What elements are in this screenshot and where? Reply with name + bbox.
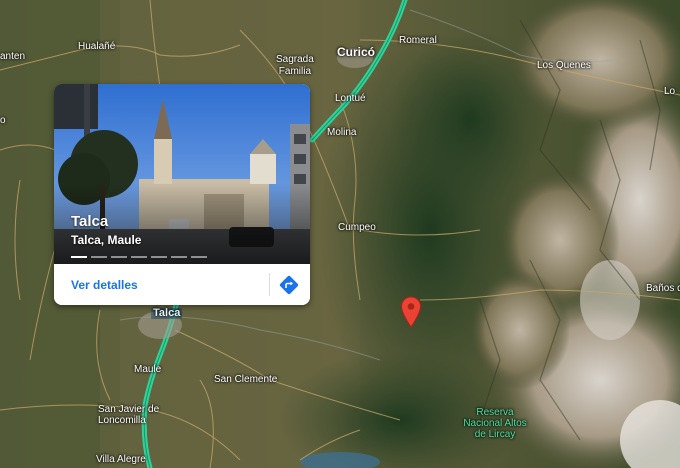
map-label-romeral: Romeral — [399, 35, 437, 46]
map-label-talca[interactable]: Talca — [151, 308, 183, 319]
map-label-edge-lo: Lo — [664, 86, 676, 97]
photo-dot[interactable] — [111, 256, 127, 258]
photo-dot[interactable] — [171, 256, 187, 258]
photo-dot[interactable] — [151, 256, 167, 258]
photo-dot[interactable] — [91, 256, 107, 258]
map-label-villa-alegre: Villa Alegre — [96, 454, 146, 465]
map-label-edge-o: o — [0, 115, 6, 126]
map-label-hualane: Hualañé — [78, 41, 116, 52]
map-label-anten: anten — [0, 51, 26, 62]
map-label-lontue: Lontué — [335, 93, 366, 104]
photo-dot[interactable] — [191, 256, 207, 258]
place-title: Talca — [71, 213, 109, 230]
map-label-maule: Maule — [134, 364, 162, 375]
photo-dot[interactable] — [131, 256, 147, 258]
photo-dot[interactable] — [71, 256, 87, 258]
map-label-cumpeo: Cumpeo — [338, 222, 376, 233]
map-label-reserva-altos-de-lircay[interactable]: Reserva Nacional Altos de Lircay — [450, 407, 540, 440]
map-label-banos: Baños de — [646, 283, 680, 294]
view-details-link[interactable]: Ver detalles — [71, 278, 138, 292]
place-card[interactable]: Talca Talca, Maule Ver detalles — [54, 84, 310, 305]
map-label-los-quenes: Los Quenes — [537, 60, 591, 71]
place-card-footer: Ver detalles — [54, 264, 310, 305]
place-subtitle: Talca, Maule — [71, 233, 142, 247]
map-label-sagrada-familia: Sagrada Familia — [276, 54, 314, 77]
map-label-molina: Molina — [327, 127, 357, 138]
map-label-curico: Curicó — [337, 45, 376, 59]
photo-pagination[interactable] — [71, 256, 207, 258]
location-pin-icon[interactable] — [400, 296, 422, 328]
directions-icon[interactable] — [278, 274, 300, 296]
map-label-san-javier: San Javier de Loncomilla — [98, 404, 160, 426]
footer-divider — [269, 273, 270, 296]
map-label-san-clemente: San Clemente — [214, 374, 278, 385]
